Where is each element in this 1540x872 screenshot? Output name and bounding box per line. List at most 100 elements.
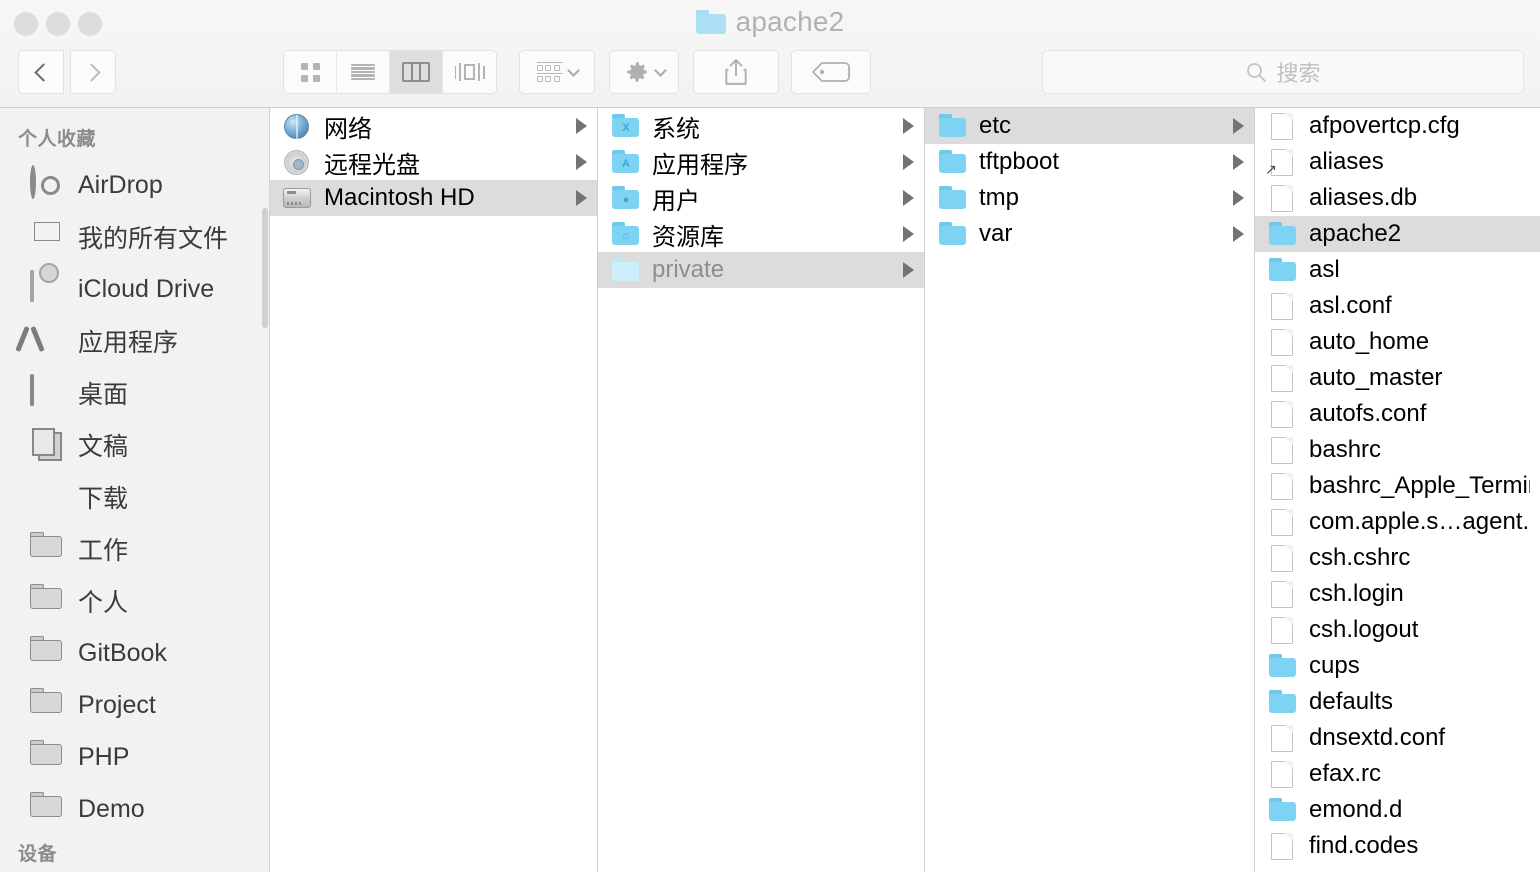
column-item-applications[interactable]: A 应用程序 xyxy=(598,144,924,180)
maximize-button[interactable] xyxy=(78,12,102,36)
document-icon xyxy=(1267,760,1297,788)
tags-button[interactable] xyxy=(791,50,871,94)
file-row[interactable]: auto_master xyxy=(1255,360,1540,396)
column-item-remote-disc[interactable]: 远程光盘 xyxy=(270,144,597,180)
sidebar-item-all-files[interactable]: 我的所有文件 xyxy=(0,211,269,263)
document-icon xyxy=(1267,112,1297,140)
back-button[interactable] xyxy=(18,50,64,94)
column-item-network[interactable]: 网络 xyxy=(270,108,597,144)
arrange-button[interactable] xyxy=(519,50,595,94)
column-item-label: Macintosh HD xyxy=(324,184,564,212)
file-row-apache2[interactable]: apache2 xyxy=(1255,216,1540,252)
file-name: autofs.conf xyxy=(1309,400,1530,428)
sidebar-item-project[interactable]: Project xyxy=(0,679,269,731)
sidebar-item-icloud-drive[interactable]: iCloud Drive xyxy=(0,263,269,315)
file-row[interactable]: cups xyxy=(1255,648,1540,684)
alias-document-icon: ↗ xyxy=(1267,148,1297,176)
toolbar: 搜索 xyxy=(0,44,1540,104)
document-icon xyxy=(1267,472,1297,500)
folder-icon xyxy=(937,184,967,212)
file-row[interactable]: autofs.conf xyxy=(1255,396,1540,432)
column-item-label: 网络 xyxy=(324,109,564,144)
disclosure-arrow-icon xyxy=(576,154,587,170)
file-row[interactable]: emond.d xyxy=(1255,792,1540,828)
folder-icon: ● xyxy=(610,184,640,212)
sidebar-item-demo[interactable]: Demo xyxy=(0,783,269,835)
file-row[interactable]: bashrc_Apple_Terminal xyxy=(1255,468,1540,504)
icon-view-button[interactable] xyxy=(284,51,337,93)
downloads-icon xyxy=(30,480,64,514)
arrange-icon xyxy=(537,62,563,82)
search-placeholder: 搜索 xyxy=(1276,56,1320,88)
sidebar-item-gitbook[interactable]: GitBook xyxy=(0,627,269,679)
sidebar-item-downloads[interactable]: 下载 xyxy=(0,471,269,523)
sidebar-section-devices-header: 设备 xyxy=(0,835,269,872)
sidebar-item-php[interactable]: PHP xyxy=(0,731,269,783)
file-row[interactable]: com.apple.s…agent. xyxy=(1255,504,1540,540)
column-item-system[interactable]: X 系统 xyxy=(598,108,924,144)
column-item-label: tmp xyxy=(979,184,1221,212)
disclosure-arrow-icon xyxy=(1233,226,1244,242)
sidebar-item-airdrop[interactable]: AirDrop xyxy=(0,159,269,211)
sidebar-item-desktop[interactable]: 桌面 xyxy=(0,367,269,419)
file-row[interactable]: aliases.db xyxy=(1255,180,1540,216)
folder-icon xyxy=(30,532,64,566)
minimize-button[interactable] xyxy=(46,12,70,36)
column-item-tmp[interactable]: tmp xyxy=(925,180,1254,216)
forward-button[interactable] xyxy=(70,50,116,94)
file-row[interactable]: auto_home xyxy=(1255,324,1540,360)
file-row[interactable]: dnsextd.conf xyxy=(1255,720,1540,756)
file-row[interactable]: ↗ aliases xyxy=(1255,144,1540,180)
column-item-macintosh-hd[interactable]: Macintosh HD xyxy=(270,180,597,216)
folder-icon: X xyxy=(610,112,640,140)
folder-icon xyxy=(1267,688,1297,716)
share-button[interactable] xyxy=(693,50,779,94)
search-field[interactable]: 搜索 xyxy=(1042,50,1524,94)
column-item-library[interactable]: ⌂ 资源库 xyxy=(598,216,924,252)
column-item-label: etc xyxy=(979,112,1221,140)
file-row[interactable]: efax.rc xyxy=(1255,756,1540,792)
disclosure-arrow-icon xyxy=(903,262,914,278)
columns-icon xyxy=(402,62,430,82)
file-row[interactable]: asl.conf xyxy=(1255,288,1540,324)
column-item-users[interactable]: ● 用户 xyxy=(598,180,924,216)
chevron-right-icon xyxy=(82,63,100,81)
column-item-etc[interactable]: etc xyxy=(925,108,1254,144)
file-name: asl xyxy=(1309,256,1530,284)
folder-icon xyxy=(1267,220,1297,248)
finder-body: 个人收藏 AirDrop 我的所有文件 iCloud Drive 应用程序 桌面 xyxy=(0,108,1540,872)
disclosure-arrow-icon xyxy=(903,118,914,134)
file-row[interactable]: find.codes xyxy=(1255,828,1540,864)
sidebar-item-documents[interactable]: 文稿 xyxy=(0,419,269,471)
document-icon xyxy=(1267,292,1297,320)
sidebar-section-favorites-header: 个人收藏 xyxy=(0,120,269,159)
list-view-button[interactable] xyxy=(337,51,390,93)
sidebar-item-personal[interactable]: 个人 xyxy=(0,575,269,627)
column-item-var[interactable]: var xyxy=(925,216,1254,252)
column-item-private[interactable]: private xyxy=(598,252,924,288)
disclosure-arrow-icon xyxy=(576,190,587,206)
desktop-icon xyxy=(30,376,64,410)
file-row[interactable]: afpovertcp.cfg xyxy=(1255,108,1540,144)
action-menu-button[interactable] xyxy=(609,50,679,94)
file-row[interactable]: csh.login xyxy=(1255,576,1540,612)
sidebar-item-label: 个人 xyxy=(78,583,128,619)
sidebar-item-label: PHP xyxy=(78,743,129,772)
sidebar-item-work[interactable]: 工作 xyxy=(0,523,269,575)
file-row[interactable]: defaults xyxy=(1255,684,1540,720)
file-row[interactable]: csh.logout xyxy=(1255,612,1540,648)
coverflow-view-button[interactable] xyxy=(443,51,496,93)
document-icon xyxy=(1267,400,1297,428)
chevron-down-icon xyxy=(567,64,580,77)
column-item-tftpboot[interactable]: tftpboot xyxy=(925,144,1254,180)
sidebar-scrollbar[interactable] xyxy=(262,208,268,328)
column-view-button[interactable] xyxy=(390,51,443,93)
file-row[interactable]: bashrc xyxy=(1255,432,1540,468)
file-row[interactable]: csh.cshrc xyxy=(1255,540,1540,576)
close-button[interactable] xyxy=(14,12,38,36)
sidebar-item-applications[interactable]: 应用程序 xyxy=(0,315,269,367)
disclosure-arrow-icon xyxy=(903,226,914,242)
file-row[interactable]: asl xyxy=(1255,252,1540,288)
disclosure-arrow-icon xyxy=(1233,154,1244,170)
window-title-group: apache2 xyxy=(0,6,1540,38)
